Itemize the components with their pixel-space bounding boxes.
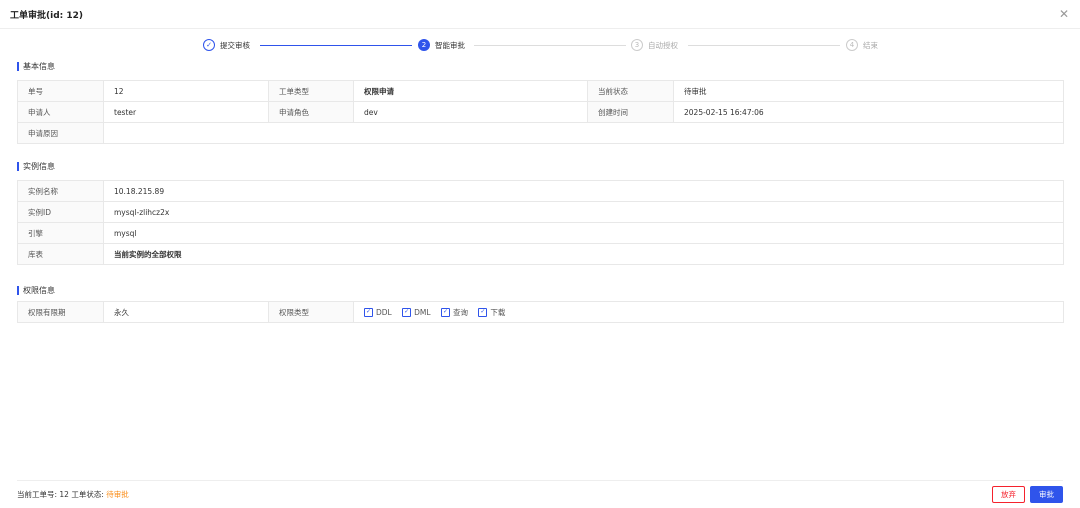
checkbox-label: DDL xyxy=(376,307,392,317)
reason-label: 申请原因 xyxy=(17,122,104,144)
step-label: 结束 xyxy=(863,40,878,50)
order-status-prefix: 工单状态: xyxy=(71,490,107,499)
section-instance-title: 实例信息 xyxy=(17,162,55,171)
type-value: 权限申请 xyxy=(353,80,588,102)
approve-button[interactable]: 审批 xyxy=(1030,486,1063,503)
check-icon: ✓ xyxy=(203,39,215,51)
permission-type-label: 权限类型 xyxy=(268,301,354,323)
checkbox-ddl[interactable]: ✓ DDL xyxy=(364,307,392,317)
progress-steps: ✓ 提交审核 2 智能审批 3 自动授权 4 结束 xyxy=(200,38,900,52)
checkbox-download[interactable]: ✓ 下载 xyxy=(478,307,505,318)
checkbox-query[interactable]: ✓ 查询 xyxy=(440,307,468,318)
close-icon[interactable]: ✕ xyxy=(1058,7,1070,21)
table-row: 权限有限期 永久 权限类型 ✓ DDL ✓ DML ✓ 查询 ✓ 下载 xyxy=(17,301,1064,323)
reason-value xyxy=(103,122,1064,144)
step-number: 4 xyxy=(846,39,858,51)
applicant-value: tester xyxy=(103,101,269,123)
check-icon: ✓ xyxy=(440,307,450,317)
step-end: 4 结束 xyxy=(846,38,878,52)
instance-name-label: 实例名称 xyxy=(17,180,104,202)
engine-value: mysql xyxy=(103,222,1064,244)
dialog-footer: 当前工单号: 12 工单状态: 待审批 放弃 审批 xyxy=(17,480,1063,508)
dialog-header: 工单审批(id: 12) ✕ xyxy=(0,0,1080,29)
order-no-label: 单号 xyxy=(17,80,104,102)
step-label: 智能审批 xyxy=(435,40,465,50)
order-status-value: 待审批 xyxy=(106,490,129,499)
dialog-title: 工单审批(id: 12) xyxy=(10,10,84,21)
instance-id-label: 实例ID xyxy=(17,201,104,223)
db-label: 库表 xyxy=(17,243,104,265)
table-row: 库表 当前实例的全部权限 xyxy=(17,243,1064,265)
role-label: 申请角色 xyxy=(268,101,354,123)
check-icon: ✓ xyxy=(402,307,412,317)
instance-name-value: 10.18.215.89 xyxy=(103,180,1064,202)
engine-label: 引擎 xyxy=(17,222,104,244)
step-smart-approval: 2 智能审批 xyxy=(418,38,465,52)
instance-info-table: 实例名称 10.18.215.89 实例ID mysql-zlihcz2x 引擎… xyxy=(17,180,1064,265)
table-row: 引擎 mysql xyxy=(17,222,1064,244)
table-row: 实例ID mysql-zlihcz2x xyxy=(17,201,1064,223)
step-number: 3 xyxy=(631,39,643,51)
validity-label: 权限有限期 xyxy=(17,301,104,323)
basic-info-table: 单号 12 工单类型 权限申请 当前状态 待审批 申请人 tester 申请角色… xyxy=(17,80,1064,144)
check-icon: ✓ xyxy=(364,307,373,317)
created-value: 2025-02-15 16:47:06 xyxy=(673,101,1064,123)
step-connector xyxy=(260,44,412,46)
db-value: 当前实例的全部权限 xyxy=(103,243,1064,265)
permission-info-table: 权限有限期 永久 权限类型 ✓ DDL ✓ DML ✓ 查询 ✓ 下载 xyxy=(17,301,1064,323)
section-permission-title: 权限信息 xyxy=(17,286,55,295)
created-label: 创建时间 xyxy=(587,101,674,123)
table-row: 实例名称 10.18.215.89 xyxy=(17,180,1064,202)
table-row: 申请原因 xyxy=(17,122,1064,144)
footer-status: 当前工单号: 12 工单状态: 待审批 xyxy=(17,489,129,500)
checkbox-label: 查询 xyxy=(452,307,468,317)
step-number: 2 xyxy=(418,39,430,51)
role-value: dev xyxy=(353,101,588,123)
check-icon: ✓ xyxy=(478,307,488,317)
step-auto-grant: 3 自动授权 xyxy=(631,38,678,52)
table-row: 单号 12 工单类型 权限申请 当前状态 待审批 xyxy=(17,80,1064,102)
checkbox-label: 下载 xyxy=(490,307,506,317)
step-label: 提交审核 xyxy=(220,40,250,50)
reject-button[interactable]: 放弃 xyxy=(992,486,1025,503)
applicant-label: 申请人 xyxy=(17,101,104,123)
table-row: 申请人 tester 申请角色 dev 创建时间 2025-02-15 16:4… xyxy=(17,101,1064,123)
instance-id-value: mysql-zlihcz2x xyxy=(103,201,1064,223)
order-no-value: 12 xyxy=(103,80,269,102)
step-submit: ✓ 提交审核 xyxy=(203,38,250,52)
step-connector xyxy=(688,44,840,46)
type-label: 工单类型 xyxy=(268,80,354,102)
checkbox-dml[interactable]: ✓ DML xyxy=(402,307,431,317)
status-value: 待审批 xyxy=(673,80,1064,102)
step-connector xyxy=(474,44,626,46)
status-label: 当前状态 xyxy=(587,80,674,102)
section-basic-title: 基本信息 xyxy=(17,62,55,71)
validity-value: 永久 xyxy=(103,301,269,323)
permission-types: ✓ DDL ✓ DML ✓ 查询 ✓ 下载 xyxy=(353,301,1064,323)
step-label: 自动授权 xyxy=(648,40,678,50)
current-order-text: 当前工单号: 12 xyxy=(17,490,69,499)
checkbox-label: DML xyxy=(414,307,431,317)
